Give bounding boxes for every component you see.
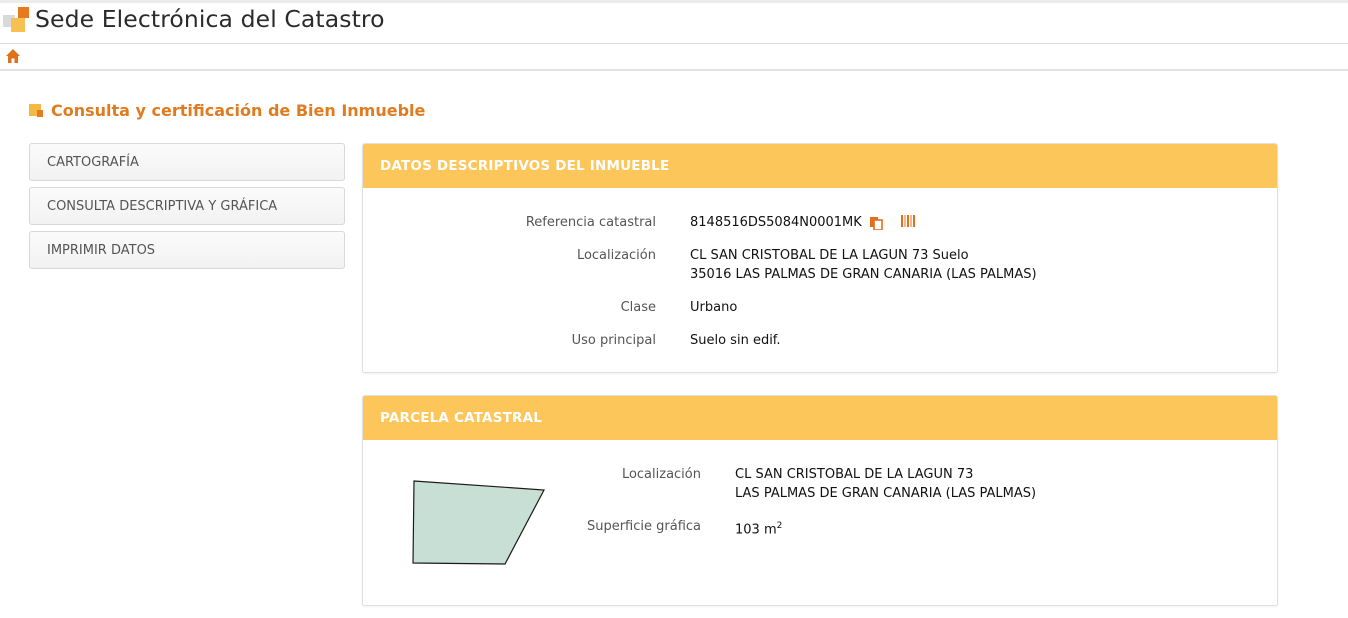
menu-item-cartografia[interactable]: CARTOGRAFÍA bbox=[29, 143, 345, 181]
breadcrumb bbox=[0, 44, 1348, 71]
superficie-number: 103 m bbox=[735, 522, 777, 538]
parcel-shape bbox=[412, 480, 545, 565]
parcela-localizacion-line2: LAS PALMAS DE GRAN CANARIA (LAS PALMAS) bbox=[735, 486, 1037, 501]
panel-title: PARCELA CATASTRAL bbox=[380, 410, 543, 426]
page-title-text: Consulta y certificación de Bien Inmuebl… bbox=[51, 101, 426, 120]
parcela-catastral-panel: PARCELA CATASTRAL Localización CL SAN CR… bbox=[362, 395, 1278, 606]
panel-header: PARCELA CATASTRAL bbox=[363, 396, 1277, 440]
site-title[interactable]: Sede Electrónica del Catastro bbox=[35, 5, 385, 33]
side-menu: CARTOGRAFÍA CONSULTA DESCRIPTIVA Y GRÁFI… bbox=[29, 143, 345, 275]
barcode-icon[interactable] bbox=[900, 214, 916, 228]
parcel-map-thumbnail[interactable] bbox=[411, 478, 547, 566]
parcela-localizacion-line1: CL SAN CRISTOBAL DE LA LAGUN 73 bbox=[735, 467, 974, 482]
clase-label: Clase bbox=[620, 300, 656, 315]
parcela-localizacion-label: Localización bbox=[621, 467, 701, 482]
home-icon[interactable] bbox=[5, 48, 21, 64]
panel-title: DATOS DESCRIPTIVOS DEL INMUEBLE bbox=[380, 158, 670, 174]
uso-principal-label: Uso principal bbox=[571, 333, 656, 348]
localizacion-line2: 35016 LAS PALMAS DE GRAN CANARIA (LAS PA… bbox=[690, 267, 1037, 282]
ref-catastral-label: Referencia catastral bbox=[525, 215, 656, 230]
superficie-exponent: 2 bbox=[776, 521, 783, 531]
localizacion-label: Localización bbox=[576, 248, 656, 263]
menu-item-consulta-descriptiva[interactable]: CONSULTA DESCRIPTIVA Y GRÁFICA bbox=[29, 187, 345, 225]
panel-header: DATOS DESCRIPTIVOS DEL INMUEBLE bbox=[363, 144, 1277, 188]
menu-item-imprimir-datos[interactable]: IMPRIMIR DATOS bbox=[29, 231, 345, 269]
superficie-value: 103 m2 bbox=[735, 517, 782, 539]
uso-principal-value: Suelo sin edif. bbox=[690, 333, 781, 348]
section-square-icon bbox=[29, 104, 43, 118]
clase-value: Urbano bbox=[690, 300, 738, 315]
copy-icon[interactable] bbox=[869, 216, 883, 230]
localizacion-line1: CL SAN CRISTOBAL DE LA LAGUN 73 Suelo bbox=[690, 248, 969, 263]
catastro-logo-icon[interactable] bbox=[3, 7, 29, 33]
superficie-label: Superficie gráfica bbox=[586, 519, 701, 534]
datos-descriptivos-panel: DATOS DESCRIPTIVOS DEL INMUEBLE Referenc… bbox=[362, 143, 1278, 373]
site-header: Sede Electrónica del Catastro bbox=[0, 3, 1348, 44]
ref-catastral-value: 8148516DS5084N0001MK bbox=[690, 215, 862, 230]
